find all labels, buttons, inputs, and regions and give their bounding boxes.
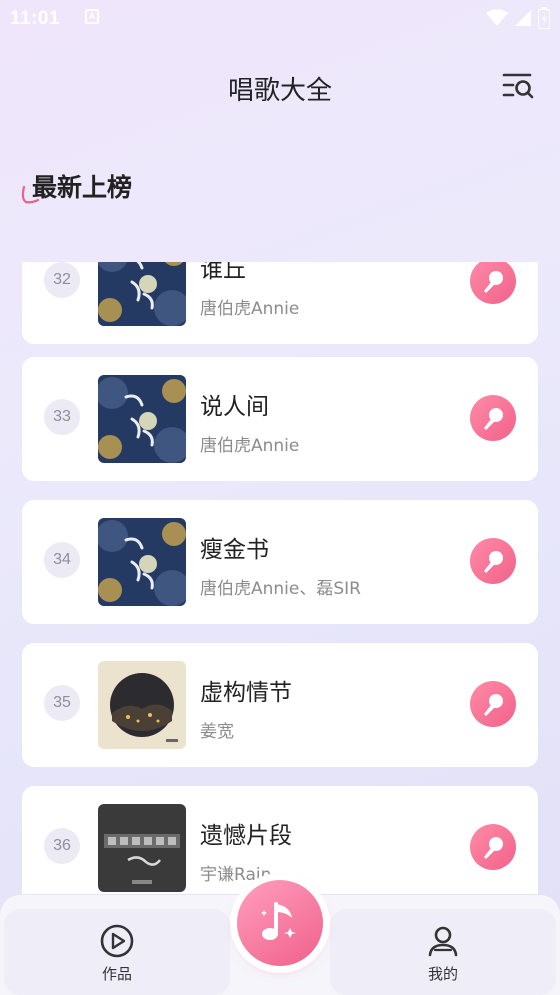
user-icon	[428, 926, 458, 957]
microphone-icon	[484, 551, 503, 573]
play-circle-icon	[100, 924, 134, 958]
city-circle-cover-icon	[98, 661, 186, 749]
song-title: 谁丘	[200, 262, 246, 283]
song-list[interactable]: 32 谁丘 唐伯虎Annie 33 说人间 唐伯虎Annie 34 瘦金书 唐伯…	[0, 262, 560, 894]
status-time: 11:01	[10, 8, 61, 29]
song-card[interactable]: 34 瘦金书 唐伯虎Annie、磊SIR	[22, 500, 538, 624]
tab-mine-label: 我的	[427, 965, 458, 983]
app-header: 唱歌大全	[0, 60, 560, 112]
page-title: 唱歌大全	[227, 76, 332, 106]
music-note-icon	[261, 902, 296, 940]
song-title: 虚构情节	[200, 680, 292, 706]
signal-icon	[515, 10, 531, 26]
song-title: 说人间	[200, 394, 269, 420]
night-flower-cover-icon	[98, 518, 186, 606]
song-artist: 宇谦Rain	[200, 865, 272, 885]
system-icons	[486, 7, 550, 29]
search-menu-button[interactable]	[500, 68, 536, 104]
sing-button[interactable]	[470, 824, 516, 870]
sing-button[interactable]	[470, 538, 516, 584]
album-cover	[98, 518, 186, 606]
microphone-icon	[484, 271, 503, 293]
battery-icon	[538, 7, 550, 29]
night-flower-cover-icon	[98, 375, 186, 463]
album-cover	[98, 661, 186, 749]
song-card[interactable]: 32 谁丘 唐伯虎Annie	[22, 262, 538, 344]
tab-mine[interactable]: 我的	[330, 909, 556, 995]
album-cover	[98, 375, 186, 463]
sing-button[interactable]	[470, 681, 516, 727]
rank-badge: 32	[44, 262, 80, 298]
wifi-icon	[486, 9, 508, 26]
microphone-icon	[484, 694, 503, 716]
microphone-icon	[484, 837, 503, 859]
album-cover	[98, 804, 186, 892]
tab-works[interactable]: 作品	[4, 909, 230, 995]
tab-works-label: 作品	[101, 965, 132, 983]
rank-badge: 34	[44, 542, 80, 578]
song-title: 遗憾片段	[200, 823, 292, 849]
list-search-icon	[502, 73, 534, 99]
song-artist: 唐伯虎Annie	[200, 436, 300, 456]
center-music-button[interactable]	[237, 880, 323, 966]
banner-title-text: 最新上榜	[32, 173, 132, 202]
rank-badge: 35	[44, 685, 80, 721]
banner-title-logo: 最新上榜	[18, 165, 158, 210]
rank-badge: 33	[44, 399, 80, 435]
song-artist: 唐伯虎Annie、磊SIR	[200, 579, 361, 599]
song-card[interactable]: 35 虚构情节 姜宽	[22, 643, 538, 767]
song-title: 瘦金书	[200, 537, 269, 563]
song-artist: 姜宽	[200, 722, 234, 742]
album-cover	[98, 262, 186, 326]
microphone-icon	[484, 408, 503, 430]
gray-text-cover-icon	[98, 804, 186, 892]
notification-a-icon: A	[85, 9, 99, 24]
rank-badge: 36	[44, 828, 80, 864]
sing-button[interactable]	[470, 262, 516, 304]
song-card[interactable]: 33 说人间 唐伯虎Annie	[22, 357, 538, 481]
status-bar: 11:01 A	[0, 0, 560, 36]
song-artist: 唐伯虎Annie	[200, 299, 300, 319]
night-flower-cover-icon	[98, 262, 186, 326]
song-card[interactable]: 36 遗憾片段 宇谦Rain	[22, 786, 538, 894]
sing-button[interactable]	[470, 395, 516, 441]
